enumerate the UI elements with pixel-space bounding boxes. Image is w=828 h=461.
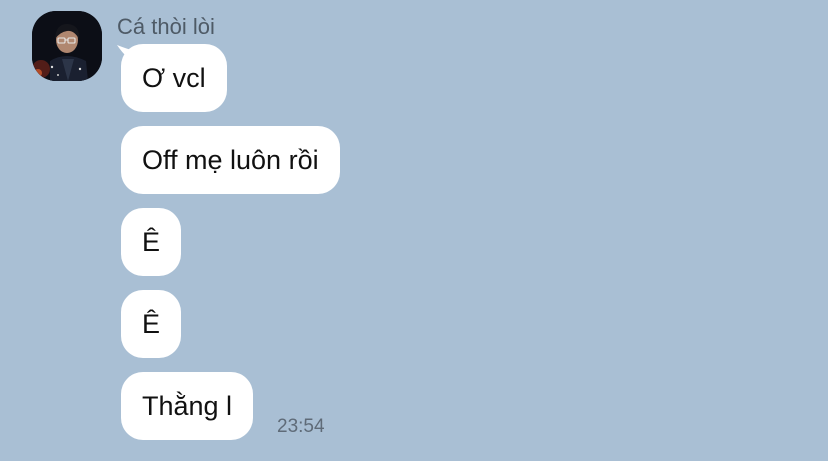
message-bubble[interactable]: Ê [121,208,182,276]
message-text: Ê [142,227,161,257]
avatar[interactable] [32,11,102,81]
avatar-photo [32,11,102,81]
message-text: Off mẹ luôn rồi [142,145,319,175]
message-text: Ê [142,309,161,339]
message-text: Ơ vcl [142,63,206,93]
message-bubble[interactable]: Thằng l [121,372,254,440]
message-text: Thằng l [142,391,233,421]
message-bubble[interactable]: Ê [121,290,182,358]
message-timestamp: 23:54 [277,416,325,437]
message-bubble[interactable]: Ơ vcl [121,44,227,112]
sender-name: Cá thòi lòi [117,14,215,39]
message-bubble[interactable]: Off mẹ luôn rồi [121,126,340,194]
